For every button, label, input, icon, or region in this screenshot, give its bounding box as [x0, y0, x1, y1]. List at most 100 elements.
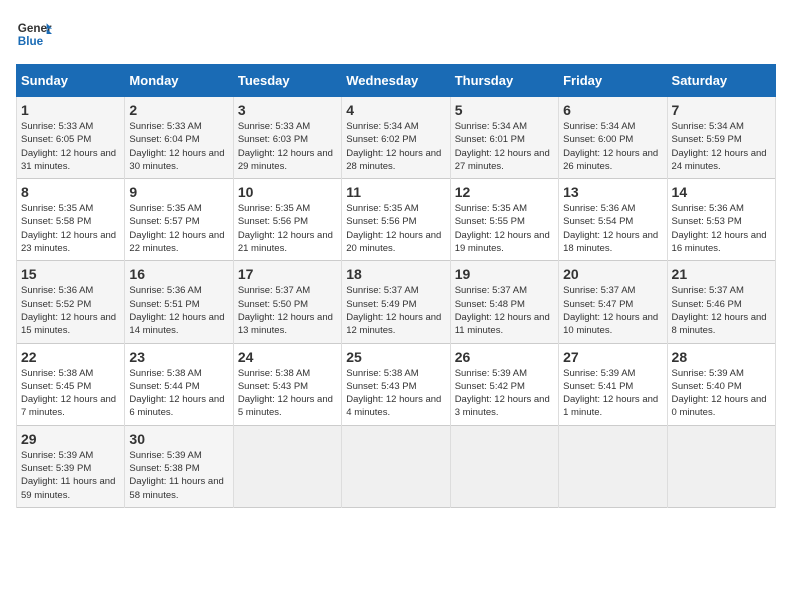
- day-info: Sunrise: 5:36 AM Sunset: 5:53 PM Dayligh…: [672, 202, 771, 255]
- day-info: Sunrise: 5:38 AM Sunset: 5:43 PM Dayligh…: [346, 367, 445, 420]
- calendar-cell: 17 Sunrise: 5:37 AM Sunset: 5:50 PM Dayl…: [233, 261, 341, 343]
- day-info: Sunrise: 5:39 AM Sunset: 5:39 PM Dayligh…: [21, 449, 120, 502]
- day-info: Sunrise: 5:34 AM Sunset: 6:00 PM Dayligh…: [563, 120, 662, 173]
- header-friday: Friday: [559, 65, 667, 97]
- day-number: 11: [346, 184, 445, 200]
- logo: General Blue: [16, 16, 56, 52]
- day-info: Sunrise: 5:38 AM Sunset: 5:43 PM Dayligh…: [238, 367, 337, 420]
- calendar-cell: 21 Sunrise: 5:37 AM Sunset: 5:46 PM Dayl…: [667, 261, 775, 343]
- calendar-cell: 27 Sunrise: 5:39 AM Sunset: 5:41 PM Dayl…: [559, 343, 667, 425]
- day-info: Sunrise: 5:37 AM Sunset: 5:47 PM Dayligh…: [563, 284, 662, 337]
- calendar-table: SundayMondayTuesdayWednesdayThursdayFrid…: [16, 64, 776, 508]
- calendar-cell: 1 Sunrise: 5:33 AM Sunset: 6:05 PM Dayli…: [17, 97, 125, 179]
- calendar-cell: 10 Sunrise: 5:35 AM Sunset: 5:56 PM Dayl…: [233, 179, 341, 261]
- day-number: 30: [129, 431, 228, 447]
- calendar-header-row: SundayMondayTuesdayWednesdayThursdayFrid…: [17, 65, 776, 97]
- day-number: 15: [21, 266, 120, 282]
- day-info: Sunrise: 5:39 AM Sunset: 5:38 PM Dayligh…: [129, 449, 228, 502]
- calendar-cell: 7 Sunrise: 5:34 AM Sunset: 5:59 PM Dayli…: [667, 97, 775, 179]
- day-number: 19: [455, 266, 554, 282]
- calendar-cell: 14 Sunrise: 5:36 AM Sunset: 5:53 PM Dayl…: [667, 179, 775, 261]
- week-row-4: 22 Sunrise: 5:38 AM Sunset: 5:45 PM Dayl…: [17, 343, 776, 425]
- day-info: Sunrise: 5:36 AM Sunset: 5:51 PM Dayligh…: [129, 284, 228, 337]
- calendar-cell: 4 Sunrise: 5:34 AM Sunset: 6:02 PM Dayli…: [342, 97, 450, 179]
- calendar-cell: 13 Sunrise: 5:36 AM Sunset: 5:54 PM Dayl…: [559, 179, 667, 261]
- calendar-cell: [450, 425, 558, 507]
- day-number: 12: [455, 184, 554, 200]
- day-number: 13: [563, 184, 662, 200]
- calendar-cell: 28 Sunrise: 5:39 AM Sunset: 5:40 PM Dayl…: [667, 343, 775, 425]
- calendar-cell: 23 Sunrise: 5:38 AM Sunset: 5:44 PM Dayl…: [125, 343, 233, 425]
- calendar-cell: 30 Sunrise: 5:39 AM Sunset: 5:38 PM Dayl…: [125, 425, 233, 507]
- calendar-cell: 6 Sunrise: 5:34 AM Sunset: 6:00 PM Dayli…: [559, 97, 667, 179]
- day-number: 8: [21, 184, 120, 200]
- calendar-cell: 24 Sunrise: 5:38 AM Sunset: 5:43 PM Dayl…: [233, 343, 341, 425]
- day-number: 20: [563, 266, 662, 282]
- calendar-cell: 11 Sunrise: 5:35 AM Sunset: 5:56 PM Dayl…: [342, 179, 450, 261]
- day-number: 10: [238, 184, 337, 200]
- day-info: Sunrise: 5:38 AM Sunset: 5:44 PM Dayligh…: [129, 367, 228, 420]
- day-number: 23: [129, 349, 228, 365]
- day-info: Sunrise: 5:33 AM Sunset: 6:03 PM Dayligh…: [238, 120, 337, 173]
- calendar-cell: 20 Sunrise: 5:37 AM Sunset: 5:47 PM Dayl…: [559, 261, 667, 343]
- header-saturday: Saturday: [667, 65, 775, 97]
- day-info: Sunrise: 5:37 AM Sunset: 5:49 PM Dayligh…: [346, 284, 445, 337]
- day-number: 18: [346, 266, 445, 282]
- calendar-cell: 2 Sunrise: 5:33 AM Sunset: 6:04 PM Dayli…: [125, 97, 233, 179]
- day-number: 6: [563, 102, 662, 118]
- day-info: Sunrise: 5:39 AM Sunset: 5:42 PM Dayligh…: [455, 367, 554, 420]
- day-info: Sunrise: 5:35 AM Sunset: 5:56 PM Dayligh…: [238, 202, 337, 255]
- logo-icon: General Blue: [16, 16, 52, 52]
- day-info: Sunrise: 5:39 AM Sunset: 5:40 PM Dayligh…: [672, 367, 771, 420]
- day-number: 21: [672, 266, 771, 282]
- day-info: Sunrise: 5:34 AM Sunset: 5:59 PM Dayligh…: [672, 120, 771, 173]
- calendar-cell: 25 Sunrise: 5:38 AM Sunset: 5:43 PM Dayl…: [342, 343, 450, 425]
- calendar-cell: 8 Sunrise: 5:35 AM Sunset: 5:58 PM Dayli…: [17, 179, 125, 261]
- day-number: 29: [21, 431, 120, 447]
- calendar-cell: 3 Sunrise: 5:33 AM Sunset: 6:03 PM Dayli…: [233, 97, 341, 179]
- day-info: Sunrise: 5:34 AM Sunset: 6:01 PM Dayligh…: [455, 120, 554, 173]
- day-info: Sunrise: 5:36 AM Sunset: 5:54 PM Dayligh…: [563, 202, 662, 255]
- day-info: Sunrise: 5:37 AM Sunset: 5:48 PM Dayligh…: [455, 284, 554, 337]
- day-info: Sunrise: 5:33 AM Sunset: 6:04 PM Dayligh…: [129, 120, 228, 173]
- day-info: Sunrise: 5:35 AM Sunset: 5:55 PM Dayligh…: [455, 202, 554, 255]
- calendar-cell: 5 Sunrise: 5:34 AM Sunset: 6:01 PM Dayli…: [450, 97, 558, 179]
- calendar-cell: 19 Sunrise: 5:37 AM Sunset: 5:48 PM Dayl…: [450, 261, 558, 343]
- calendar-cell: 22 Sunrise: 5:38 AM Sunset: 5:45 PM Dayl…: [17, 343, 125, 425]
- calendar-cell: 12 Sunrise: 5:35 AM Sunset: 5:55 PM Dayl…: [450, 179, 558, 261]
- header-sunday: Sunday: [17, 65, 125, 97]
- day-info: Sunrise: 5:33 AM Sunset: 6:05 PM Dayligh…: [21, 120, 120, 173]
- calendar-cell: [233, 425, 341, 507]
- day-number: 5: [455, 102, 554, 118]
- calendar-cell: [559, 425, 667, 507]
- calendar-cell: 16 Sunrise: 5:36 AM Sunset: 5:51 PM Dayl…: [125, 261, 233, 343]
- day-number: 4: [346, 102, 445, 118]
- day-number: 1: [21, 102, 120, 118]
- day-number: 26: [455, 349, 554, 365]
- day-info: Sunrise: 5:38 AM Sunset: 5:45 PM Dayligh…: [21, 367, 120, 420]
- calendar-cell: 29 Sunrise: 5:39 AM Sunset: 5:39 PM Dayl…: [17, 425, 125, 507]
- day-info: Sunrise: 5:34 AM Sunset: 6:02 PM Dayligh…: [346, 120, 445, 173]
- day-number: 14: [672, 184, 771, 200]
- day-number: 2: [129, 102, 228, 118]
- svg-text:Blue: Blue: [18, 35, 44, 48]
- day-number: 25: [346, 349, 445, 365]
- day-info: Sunrise: 5:35 AM Sunset: 5:57 PM Dayligh…: [129, 202, 228, 255]
- day-number: 24: [238, 349, 337, 365]
- day-number: 17: [238, 266, 337, 282]
- day-number: 7: [672, 102, 771, 118]
- week-row-2: 8 Sunrise: 5:35 AM Sunset: 5:58 PM Dayli…: [17, 179, 776, 261]
- page-header: General Blue: [16, 16, 776, 52]
- day-number: 3: [238, 102, 337, 118]
- week-row-3: 15 Sunrise: 5:36 AM Sunset: 5:52 PM Dayl…: [17, 261, 776, 343]
- calendar-cell: [342, 425, 450, 507]
- week-row-1: 1 Sunrise: 5:33 AM Sunset: 6:05 PM Dayli…: [17, 97, 776, 179]
- day-info: Sunrise: 5:37 AM Sunset: 5:50 PM Dayligh…: [238, 284, 337, 337]
- day-info: Sunrise: 5:35 AM Sunset: 5:56 PM Dayligh…: [346, 202, 445, 255]
- calendar-cell: 15 Sunrise: 5:36 AM Sunset: 5:52 PM Dayl…: [17, 261, 125, 343]
- week-row-5: 29 Sunrise: 5:39 AM Sunset: 5:39 PM Dayl…: [17, 425, 776, 507]
- day-number: 16: [129, 266, 228, 282]
- day-info: Sunrise: 5:36 AM Sunset: 5:52 PM Dayligh…: [21, 284, 120, 337]
- day-info: Sunrise: 5:37 AM Sunset: 5:46 PM Dayligh…: [672, 284, 771, 337]
- calendar-cell: 26 Sunrise: 5:39 AM Sunset: 5:42 PM Dayl…: [450, 343, 558, 425]
